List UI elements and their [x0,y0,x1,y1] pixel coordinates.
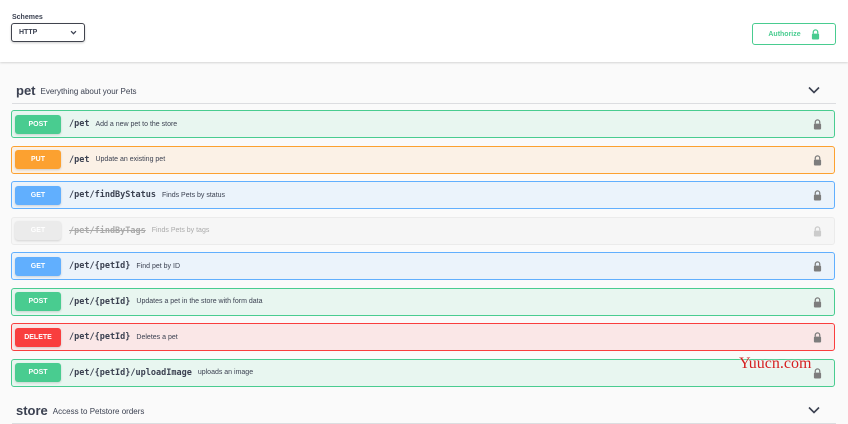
operation-path: /pet/{petId} [69,261,131,271]
operation-path: /pet/{petId} [69,296,131,307]
lock-icon[interactable] [813,225,822,237]
operation-row[interactable]: PUT/pet Update an existing pet [11,145,835,174]
schemes-select[interactable]: HTTP [11,23,85,42]
authorize-label: Authorize [768,30,801,38]
lock-icon[interactable] [813,332,822,343]
method-badge: GET [15,185,61,205]
operation-path: /pet [69,154,90,165]
top-bar: Schemes HTTP Authorize [0,0,848,62]
method-badge: GET [15,256,61,276]
chevron-down-icon[interactable] [808,405,820,415]
operation-summary: Update an existing pet [95,156,166,163]
operation-summary: Finds Pets by status [162,191,226,199]
lock-icon [811,28,819,39]
tag-name: store [16,402,48,418]
operation-row[interactable]: POST/pet Add a new pet to the store [11,110,835,138]
operation-path: /pet/findByTags [69,225,146,236]
operation-row[interactable]: POST/pet/{petId} Updates a pet in the sto… [11,287,835,316]
tag-description: Access to Petstore orders [52,406,145,416]
operation-path: /pet/findByStatus [69,190,156,200]
tag-name: pet [16,82,36,98]
tag-description: Everything about your Pets [40,86,137,96]
method-badge: POST [15,363,61,382]
authorize-button[interactable]: Authorize [752,23,836,45]
lock-icon[interactable] [813,296,822,308]
chevron-down-icon [70,30,77,35]
lock-icon[interactable] [813,119,822,130]
lock-icon[interactable] [813,154,822,166]
method-badge: PUT [15,150,61,169]
lock-icon[interactable] [813,261,822,272]
operation-row[interactable]: DELETE/pet/{petId} Deletes a pet [11,323,835,351]
method-badge: POST [15,292,61,311]
chevron-down-icon[interactable] [808,85,820,95]
lock-icon[interactable] [813,190,822,201]
operation-path: /pet/{petId}/uploadImage [69,367,192,378]
operation-path: /pet/{petId} [69,332,131,342]
operation-row[interactable]: GET/pet/{petId} Find pet by ID [11,252,835,280]
method-badge: GET [15,221,61,240]
method-badge: POST [15,114,61,134]
schemes-select-value: HTTP [19,29,38,36]
operation-summary: Add a new pet to the store [95,120,178,128]
operation-row[interactable]: POST/pet/{petId}/uploadImage uploads an i… [11,358,835,387]
operation-row[interactable]: GET/pet/findByStatus Finds Pets by status [11,181,835,209]
operation-path: /pet [69,119,90,129]
method-badge: DELETE [15,327,61,347]
operation-summary: Updates a pet in the store with form dat… [136,298,263,305]
tag-section-0[interactable]: pet Everything about your Pets [12,77,836,104]
tag-section-1[interactable]: store Access to Petstore orders [12,397,836,424]
operation-row[interactable]: GET/pet/findByTags Finds Pets by tags [11,216,835,245]
operation-summary: Deletes a pet [136,333,178,341]
watermark-text: Yuucn.com [739,355,812,372]
operation-summary: Find pet by ID [136,262,180,270]
schemes-label: Schemes [12,14,43,21]
operation-summary: uploads an image [197,369,254,376]
lock-icon[interactable] [813,367,822,379]
operation-summary: Finds Pets by tags [151,227,210,234]
